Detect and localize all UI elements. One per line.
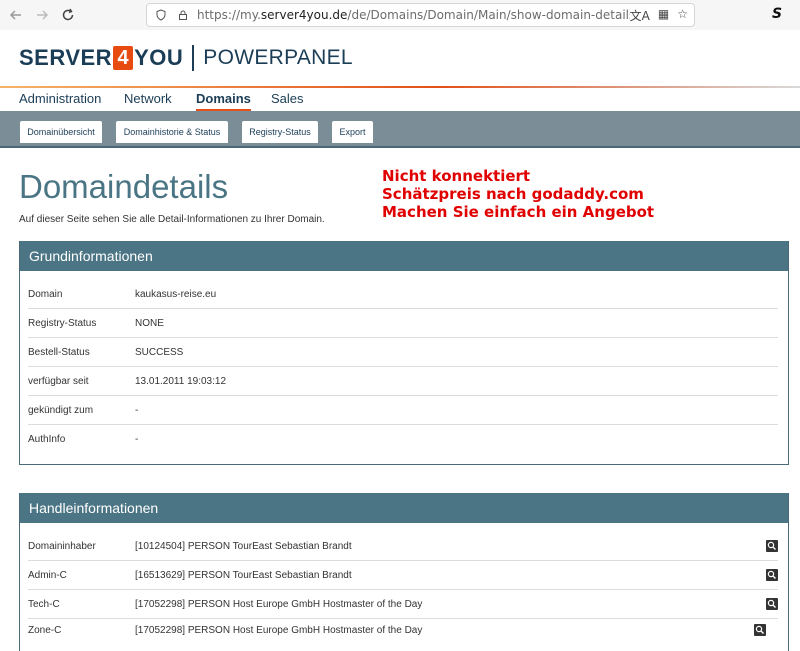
- forward-button[interactable]: [29, 2, 55, 28]
- nav-sales[interactable]: Sales: [271, 91, 304, 106]
- row-label: AuthInfo: [28, 434, 66, 445]
- handleinformationen-header: Handleinformationen: [20, 493, 788, 523]
- logo-four-badge: 4: [113, 46, 134, 70]
- logo-server-text: SERVER: [19, 45, 113, 70]
- url-prefix: https://my.: [197, 8, 261, 22]
- shield-icon: [153, 9, 169, 21]
- browser-toolbar: https://my.server4you.de/de/Domains/Doma…: [0, 0, 800, 30]
- main-navigation: Administration Network Domains Sales: [0, 88, 800, 111]
- lock-icon: [175, 9, 191, 21]
- row-label: Tech-C: [28, 598, 60, 610]
- magnifier-icon[interactable]: [754, 624, 766, 636]
- nav-network[interactable]: Network: [124, 91, 172, 106]
- row-label: Registry-Status: [28, 317, 97, 329]
- row-value: NONE: [135, 317, 164, 329]
- note-line-2: Schätzpreis nach godaddy.com: [382, 185, 644, 203]
- magnifier-icon[interactable]: [766, 598, 778, 610]
- row-value: -: [135, 434, 139, 445]
- table-row: AuthInfo -: [28, 425, 778, 454]
- row-value: [16513629] PERSON TourEast Sebastian Bra…: [135, 569, 352, 581]
- translate-icon[interactable]: 文A: [630, 7, 650, 24]
- row-value: SUCCESS: [135, 346, 184, 358]
- sale-note: Nicht konnektiert Schätzpreis nach godad…: [382, 167, 654, 221]
- arrow-right-icon: [37, 10, 49, 20]
- back-button[interactable]: [3, 2, 29, 28]
- sub-navigation-divider: [0, 146, 800, 148]
- row-value: [10124504] PERSON TourEast Sebastian Bra…: [135, 540, 352, 552]
- row-value: -: [135, 404, 139, 416]
- page-title: Domaindetails: [19, 168, 229, 205]
- table-row: gekündigt zum -: [28, 396, 778, 425]
- url-host: server4you.de: [260, 8, 348, 22]
- table-row: Registry-Status NONE: [28, 309, 778, 338]
- qr-code-icon[interactable]: ▦: [658, 7, 669, 24]
- row-value: kaukasus-reise.eu: [135, 288, 217, 300]
- page-description: Auf dieser Seite sehen Sie alle Detail-I…: [19, 214, 325, 225]
- row-label: Domaininhaber: [28, 540, 96, 552]
- star-icon[interactable]: ☆: [677, 7, 688, 24]
- row-value: [17052298] PERSON Host Europe GmbH Hostm…: [135, 598, 423, 610]
- table-row: Bestell-Status SUCCESS: [28, 338, 778, 367]
- logo-powerpanel-text: POWERPANEL: [203, 46, 353, 69]
- row-label: verfügbar seit: [28, 375, 89, 387]
- table-row: Zone-C [17052298] PERSON Host Europe Gmb…: [28, 619, 778, 641]
- reload-icon: [62, 8, 74, 21]
- url-text: https://my.server4you.de/de/Domains/Doma…: [197, 8, 630, 22]
- nav-administration[interactable]: Administration: [19, 91, 101, 106]
- site-logo[interactable]: SERVER 4 YOU POWERPANEL: [19, 45, 353, 71]
- grundinformationen-panel: Grundinformationen Domain kaukasus-reise…: [19, 241, 789, 465]
- tab-domainuebersicht[interactable]: Domainübersicht: [20, 121, 102, 143]
- note-line-3: Machen Sie einfach ein Angebot: [382, 203, 655, 221]
- row-value: 13.01.2011 19:03:12: [135, 375, 227, 387]
- nav-domains[interactable]: Domains: [196, 91, 251, 111]
- table-row: Tech-C [17052298] PERSON Host Europe Gmb…: [28, 590, 778, 619]
- table-row: Domaininhaber [10124504] PERSON TourEast…: [28, 532, 778, 561]
- magnifier-icon[interactable]: [766, 569, 778, 581]
- row-label: Zone-C: [28, 624, 62, 636]
- sub-navigation: Domainübersicht Domainhistorie & Status …: [0, 111, 800, 146]
- row-label: Bestell-Status: [28, 346, 90, 358]
- note-line-1: Nicht konnektiert: [382, 167, 531, 185]
- tab-export[interactable]: Export: [332, 121, 373, 143]
- logo-separator: [192, 45, 195, 71]
- magnifier-icon[interactable]: [766, 540, 778, 552]
- table-row: Admin-C [16513629] PERSON TourEast Sebas…: [28, 561, 778, 590]
- tab-registry-status[interactable]: Registry-Status: [242, 121, 318, 143]
- reload-button[interactable]: [55, 2, 81, 28]
- arrow-left-icon: [9, 10, 21, 20]
- row-value: [17052298] PERSON Host Europe GmbH Hostm…: [135, 624, 423, 636]
- address-bar[interactable]: https://my.server4you.de/de/Domains/Doma…: [146, 3, 695, 27]
- grundinformationen-header: Grundinformationen: [20, 241, 788, 271]
- table-row: verfügbar seit 13.01.2011 19:03:12: [28, 367, 778, 396]
- tab-domainhistorie-status[interactable]: Domainhistorie & Status: [116, 121, 228, 143]
- row-label: Domain: [28, 288, 63, 300]
- row-label: gekündigt zum: [28, 404, 94, 416]
- url-path: /de/Domains/Domain/Main/show-domain-deta…: [347, 8, 629, 22]
- row-label: Admin-C: [28, 569, 67, 581]
- handleinformationen-panel: Handleinformationen Domaininhaber [10124…: [19, 493, 789, 651]
- logo-you-text: YOU: [134, 45, 184, 70]
- extension-icon[interactable]: S: [772, 6, 782, 22]
- table-row: Domain kaukasus-reise.eu: [28, 280, 778, 309]
